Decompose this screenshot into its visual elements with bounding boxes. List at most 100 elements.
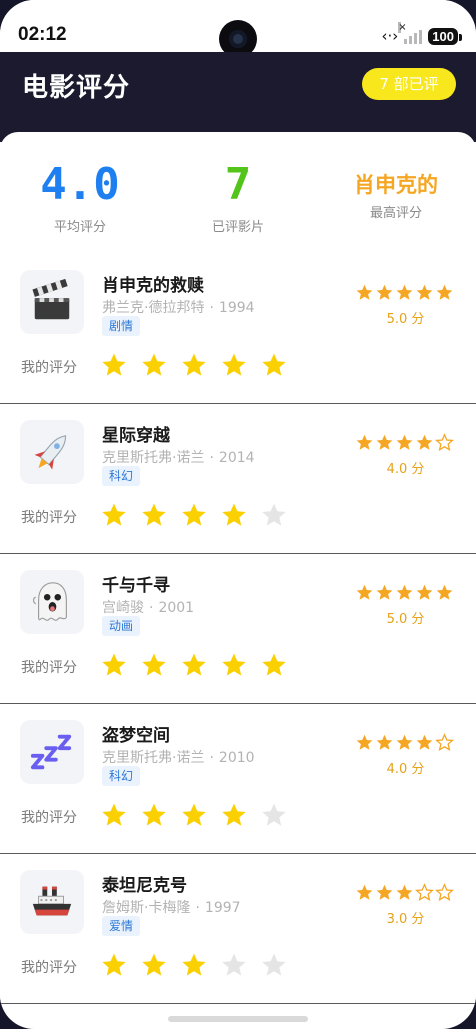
star-outline-icon [415,883,434,903]
movie-card[interactable]: 千与千寻 宫崎骏 · 2001 动画 5.0 分我的评分 [0,554,476,704]
signal-icon: × [398,22,423,44]
rate-star-5-button[interactable] [260,351,288,379]
movie-card[interactable]: 星际穿越 克里斯托弗·诺兰 · 2014 科幻 4.0 分我的评分 [0,404,476,554]
genre-tag: 科幻 [102,466,141,486]
my-rating-stars[interactable] [100,501,288,529]
rate-star-4-button[interactable] [220,501,248,529]
rate-star-1-button[interactable] [100,501,128,529]
meta-separator: · [209,750,214,766]
rocket-icon [20,420,84,484]
ship-icon [20,870,84,934]
rate-star-2-button[interactable] [140,351,168,379]
movie-meta: 克里斯托弗·诺兰 · 2010 [102,747,255,767]
average-stars [355,283,456,303]
rate-star-2-button[interactable] [140,501,168,529]
movie-title[interactable]: 泰坦尼克号 [102,871,187,896]
average-stars [355,433,456,453]
rate-star-2-button[interactable] [140,951,168,979]
my-rating-label: 我的评分 [21,360,77,376]
genre-tag: 爱情 [102,916,141,936]
meta-separator: · [209,300,214,316]
average-score: 4.0 分 [386,462,425,477]
star-filled-icon [395,883,414,903]
star-filled-icon [415,433,434,453]
rate-star-5-button[interactable] [260,501,288,529]
app-header: 电影评分 7 部已评 [0,52,476,142]
rate-star-3-button[interactable] [180,501,208,529]
rate-star-1-button[interactable] [100,801,128,829]
rate-star-4-button[interactable] [220,651,248,679]
my-rating-label: 我的评分 [21,960,77,976]
rate-star-1-button[interactable] [100,951,128,979]
star-filled-icon [375,283,394,303]
movie-title[interactable]: 肖申克的救赎 [102,271,204,296]
my-rating-stars[interactable] [100,951,288,979]
movie-title[interactable]: 星际穿越 [102,421,170,446]
average-score: 4.0 分 [386,762,425,777]
status-icons: ‹·› × 100 [381,22,462,47]
movie-director: 詹姆斯·卡梅隆 [102,900,191,916]
rate-star-2-button[interactable] [140,651,168,679]
average-rating-label: 平均评分 [53,220,106,235]
rate-star-4-button[interactable] [220,951,248,979]
rate-star-4-button[interactable] [220,351,248,379]
rate-star-3-button[interactable] [180,351,208,379]
star-filled-icon [415,283,434,303]
my-rating-stars[interactable] [100,801,288,829]
my-rating-stars[interactable] [100,351,288,379]
rate-star-3-button[interactable] [180,951,208,979]
average-stars [355,883,456,903]
average-rating-value: 4.0 [40,159,120,210]
star-filled-icon [415,733,434,753]
rate-star-3-button[interactable] [180,801,208,829]
genre-tag: 动画 [102,616,141,636]
top-rated-stat: 肖申克的 最高评分 [316,132,476,221]
star-outline-icon [435,883,454,903]
battery-icon: 100 [428,27,462,45]
movie-title[interactable]: 千与千寻 [102,571,170,596]
rate-star-3-button[interactable] [180,651,208,679]
movie-card[interactable]: 盗梦空间 克里斯托弗·诺兰 · 2010 科幻 4.0 分我的评分 [0,704,476,854]
movie-meta: 宫崎骏 · 2001 [102,597,194,617]
status-time: 02:12 [18,24,67,45]
star-filled-icon [395,583,414,603]
movie-title[interactable]: 盗梦空间 [102,721,170,746]
home-indicator[interactable] [168,1016,308,1022]
movie-card[interactable]: 肖申克的救赎 弗兰克·德拉邦特 · 1994 剧情 5.0 分我的评分 [0,254,476,404]
average-score: 5.0 分 [386,312,425,327]
star-filled-icon [395,433,414,453]
top-rated-label: 最高评分 [369,206,422,221]
movie-year: 2001 [158,600,195,616]
star-filled-icon [355,733,374,753]
my-rating-stars[interactable] [100,651,288,679]
movie-list: 肖申克的救赎 弗兰克·德拉邦特 · 1994 剧情 5.0 分我的评分 星际穿越 克里斯托弗·… [0,254,476,1004]
rate-star-5-button[interactable] [260,801,288,829]
star-filled-icon [375,583,394,603]
movie-director: 克里斯托弗·诺兰 [102,750,205,766]
movie-card[interactable]: 泰坦尼克号 詹姆斯·卡梅隆 · 1997 爱情 3.0 分我的评分 [0,854,476,1004]
movie-year: 1997 [204,900,241,916]
star-filled-icon [375,433,394,453]
code-icon: ‹·› [381,27,399,45]
rate-star-2-button[interactable] [140,801,168,829]
star-filled-icon [375,883,394,903]
meta-separator: · [195,900,200,916]
ghost-icon [20,570,84,634]
rate-star-5-button[interactable] [260,651,288,679]
genre-tag: 科幻 [102,766,141,786]
rate-star-1-button[interactable] [100,651,128,679]
top-rated-value: 肖申克的 [354,173,438,197]
movie-year: 2014 [218,450,255,466]
rate-star-5-button[interactable] [260,951,288,979]
my-rating-label: 我的评分 [21,510,77,526]
rate-star-1-button[interactable] [100,351,128,379]
meta-separator: · [209,450,214,466]
meta-separator: · [149,600,154,616]
my-rating-label: 我的评分 [21,660,77,676]
status-bar: 02:12 ‹·› × 100 [0,0,476,58]
average-stars [355,583,456,603]
star-filled-icon [355,883,374,903]
rate-star-4-button[interactable] [220,801,248,829]
star-outline-icon [435,733,454,753]
star-filled-icon [435,283,454,303]
